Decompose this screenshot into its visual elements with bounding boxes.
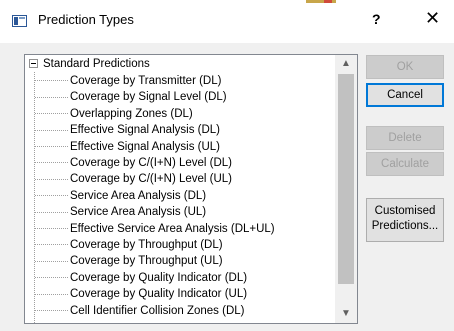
tree-item-label: Effective Signal Analysis (DL) xyxy=(70,124,220,137)
title-bar: Prediction Types ? ✕ xyxy=(0,0,454,43)
tree-item-label: Overlapping Zones (DL) xyxy=(70,107,193,120)
tree-item[interactable]: Service Area Analysis (UL) xyxy=(35,206,206,222)
tree-item-label: Effective Signal Analysis (UL) xyxy=(70,140,220,153)
window-icon xyxy=(12,15,27,27)
tree-item-label: Coverage by Throughput (DL) xyxy=(70,239,223,251)
tree-branch-line xyxy=(35,211,68,213)
tree-item[interactable]: Effective Signal Analysis (UL) xyxy=(35,141,220,157)
ok-button[interactable]: OK xyxy=(366,55,444,79)
tree-item[interactable]: Coverage by C/(I+N) Level (UL) xyxy=(35,173,232,189)
customised-predictions-label-line1: Customised xyxy=(374,205,436,217)
tree-branch-line xyxy=(35,146,68,148)
tree-branch-line xyxy=(35,195,68,197)
tree-item[interactable]: Effective Service Area Analysis (DL+UL) xyxy=(35,223,275,239)
tree-item[interactable]: Coverage by C/(I+N) Level (DL) xyxy=(35,157,232,173)
tree-branch-line xyxy=(35,80,68,82)
tree-item-label: Cell Identifier Collision Zones (DL) xyxy=(70,304,245,317)
collapse-icon[interactable] xyxy=(29,59,38,68)
scroll-down-arrow-icon[interactable]: ▼ xyxy=(335,305,357,323)
tree-item[interactable]: Service Area Analysis (DL) xyxy=(35,190,206,206)
tree-item[interactable]: Coverage by Throughput (UL) xyxy=(35,255,223,271)
tree-branch-line xyxy=(35,228,68,230)
scroll-up-arrow-icon[interactable]: ▲ xyxy=(335,55,357,73)
tree-branch-line xyxy=(35,162,68,164)
customised-predictions-label-line2: Predictions... xyxy=(371,220,439,232)
delete-button[interactable]: Delete xyxy=(366,126,444,150)
tree-item-label: Coverage by Throughput (UL) xyxy=(70,255,223,268)
tree-item[interactable]: Overlapping Zones (DL) xyxy=(35,108,193,124)
tree-item[interactable]: Coverage by Transmitter (DL) xyxy=(35,75,221,91)
tree-branch-line xyxy=(35,277,68,279)
tree-item-label: Coverage by C/(I+N) Level (DL) xyxy=(70,157,233,169)
tree-item-label: Coverage by C/(I+N) Level (UL) xyxy=(70,173,233,186)
tree-item[interactable]: Coverage by Throughput (DL) xyxy=(35,239,223,255)
window-title: Prediction Types xyxy=(38,12,134,27)
help-button[interactable]: ? xyxy=(372,11,381,27)
tree-root-standard-predictions[interactable]: Standard Predictions xyxy=(29,58,150,74)
tree-item[interactable]: Effective Signal Analysis (DL) xyxy=(35,124,220,140)
tree-item-label: Effective Service Area Analysis (DL+UL) xyxy=(70,222,275,235)
tree-branch-line xyxy=(35,244,68,246)
tree-branch-line xyxy=(35,178,68,180)
tree-item[interactable]: Cell Identifier Collision Zones (DL) xyxy=(35,305,244,321)
prediction-tree[interactable]: Standard Predictions Coverage by Transmi… xyxy=(24,54,358,324)
tree-item-label: Coverage by Transmitter (DL) xyxy=(70,75,222,87)
tree-item-label: Coverage by Quality Indicator (UL) xyxy=(70,288,248,301)
tree-branch-line xyxy=(35,310,68,312)
tree-branch-line xyxy=(35,113,68,115)
tree-branch-line xyxy=(35,96,68,98)
scroll-thumb[interactable] xyxy=(338,74,354,284)
tree-item-label: Service Area Analysis (DL) xyxy=(70,189,207,202)
tree-item-label: Service Area Analysis (UL) xyxy=(70,206,207,219)
close-button[interactable]: ✕ xyxy=(425,8,440,29)
tree-item[interactable]: Coverage by Quality Indicator (DL) xyxy=(35,272,247,288)
tree-item[interactable]: Coverage by Signal Level (DL) xyxy=(35,91,227,107)
cancel-button[interactable]: Cancel xyxy=(366,83,444,107)
tree-root-label: Standard Predictions xyxy=(43,58,150,70)
background-window-strip xyxy=(306,0,336,3)
tree-branch-line xyxy=(35,293,68,295)
tree-item-label: Coverage by Signal Level (DL) xyxy=(70,91,227,104)
tree-branch-line xyxy=(35,129,68,131)
customised-predictions-button[interactable]: Customised Predictions... xyxy=(366,198,444,242)
tree-item-label: Coverage by Quality Indicator (DL) xyxy=(70,271,248,284)
vertical-scrollbar[interactable]: ▲ ▼ xyxy=(335,55,357,323)
tree-item[interactable]: Coverage by Quality Indicator (UL) xyxy=(35,288,247,304)
calculate-button[interactable]: Calculate xyxy=(366,152,444,176)
tree-branch-line xyxy=(35,260,68,262)
